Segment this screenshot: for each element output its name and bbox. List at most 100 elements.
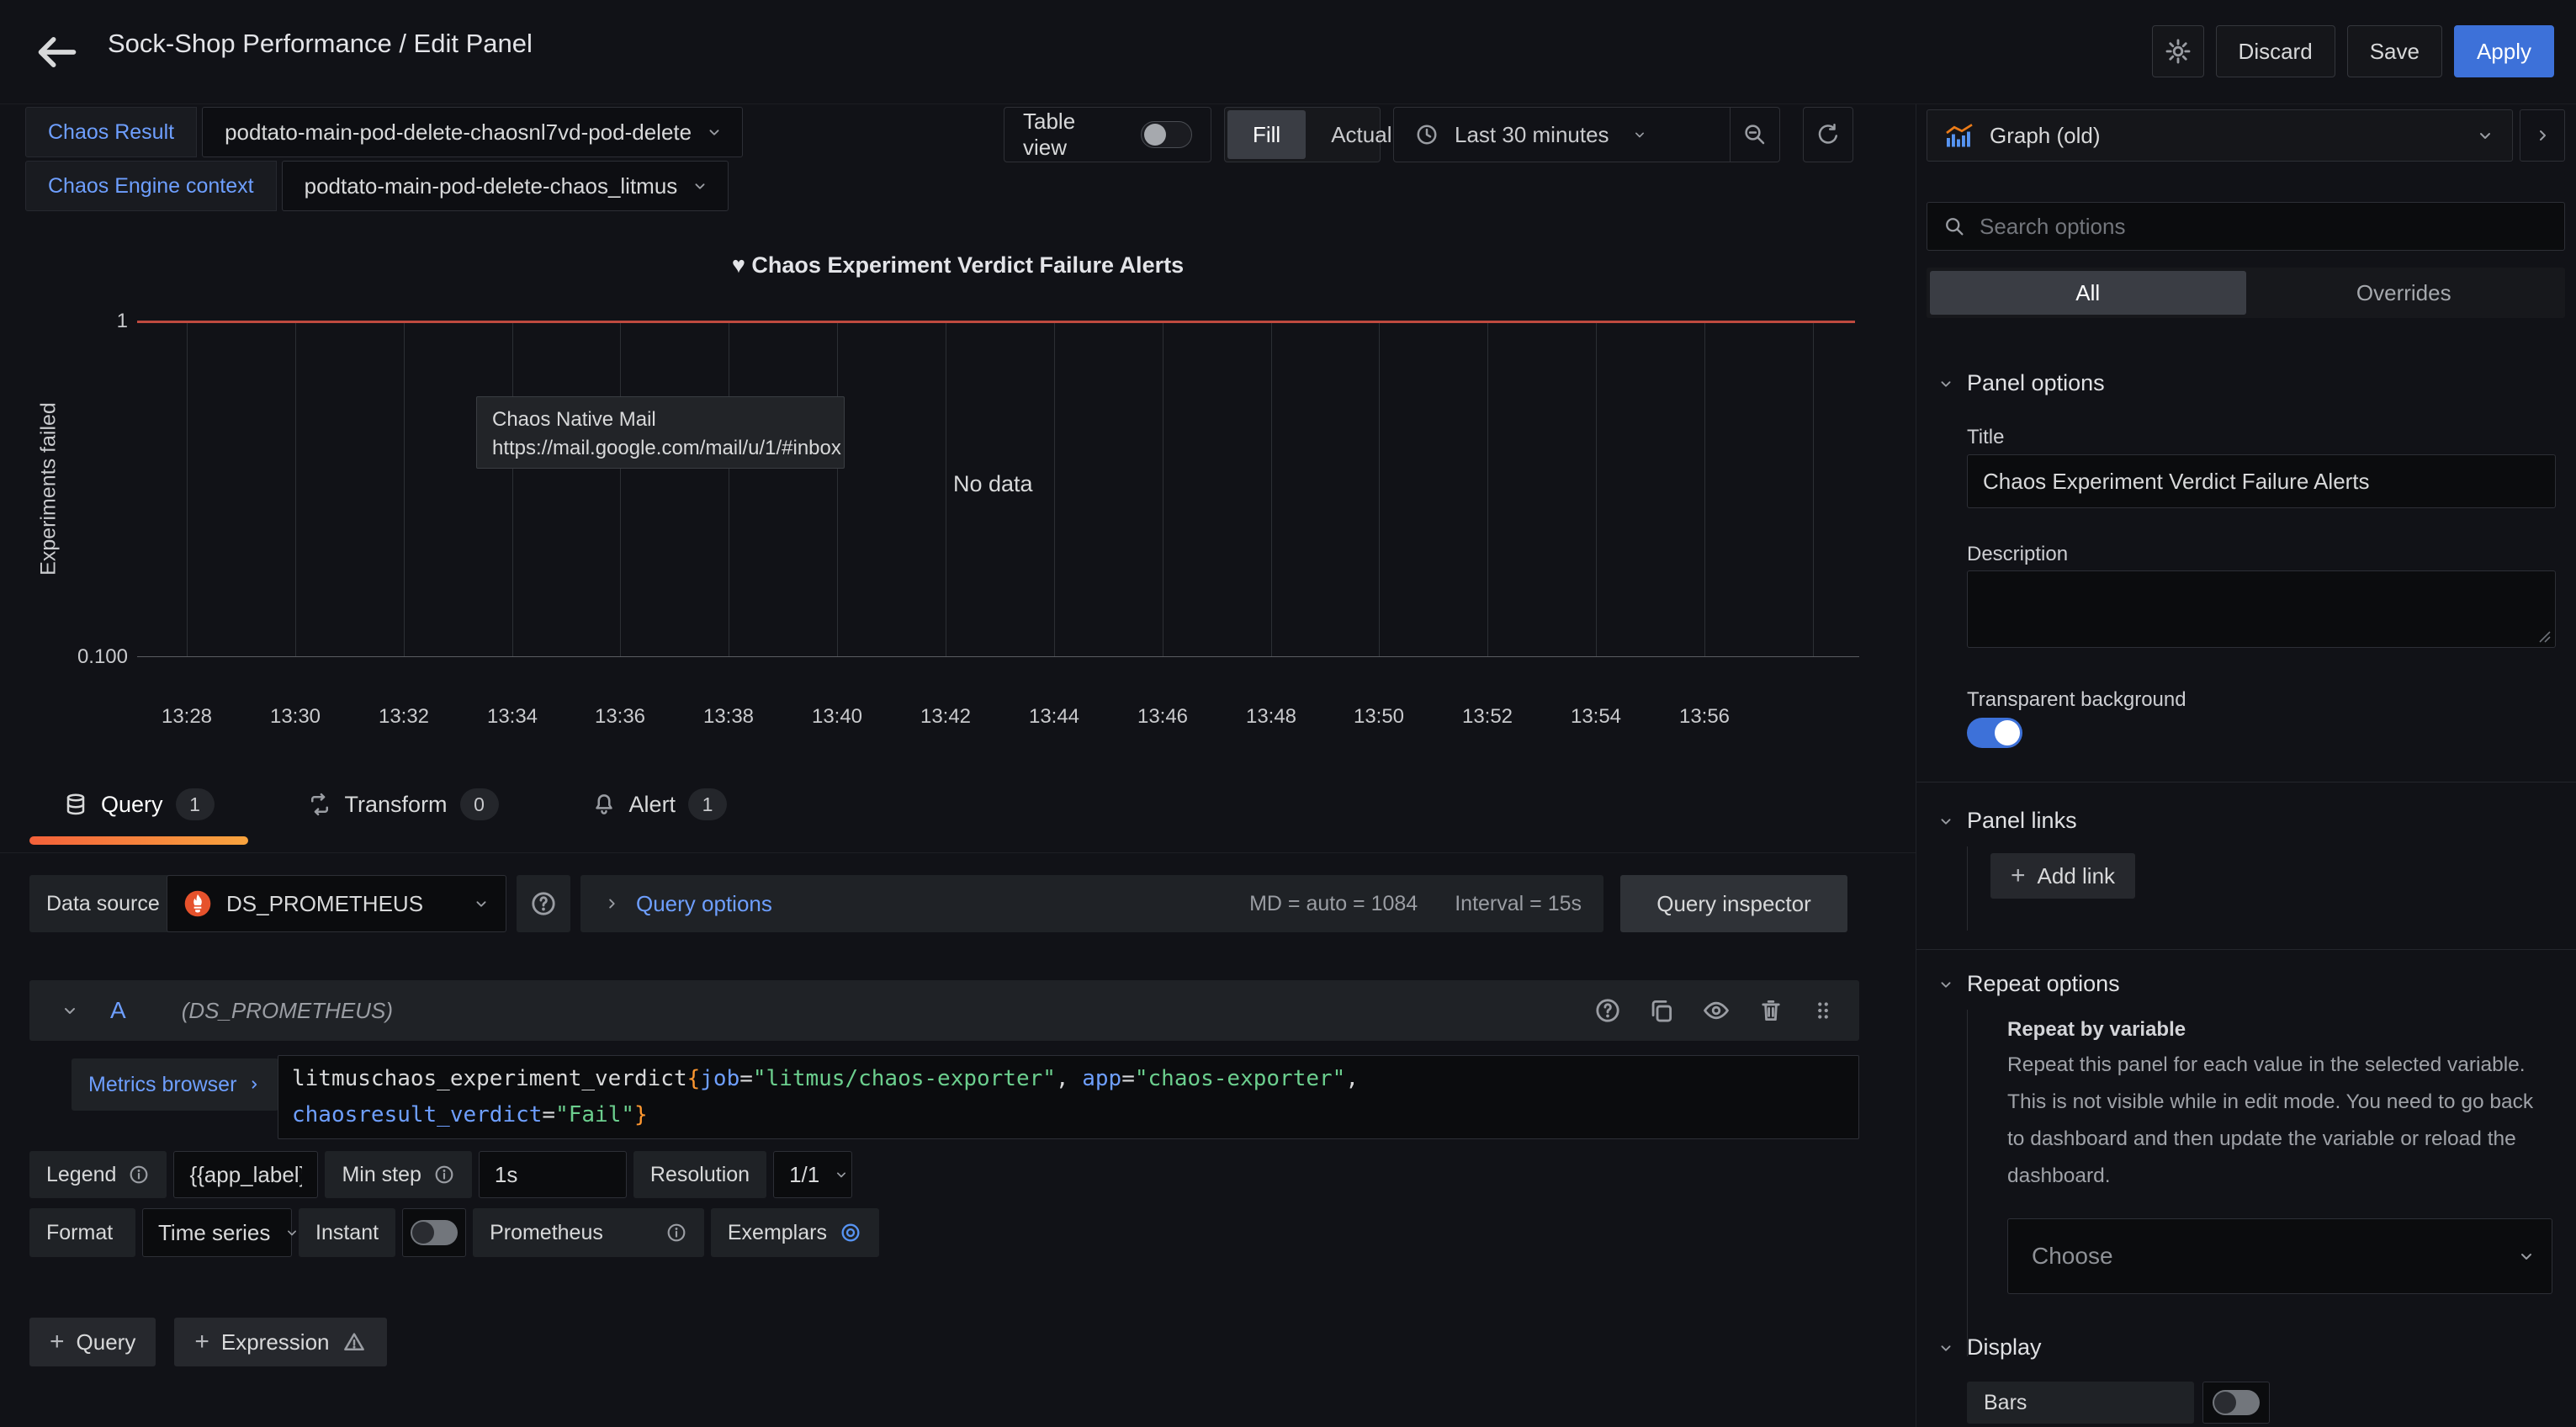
warning-triangle-icon [342,1329,367,1355]
data-source-help-button[interactable] [517,875,570,932]
editor-tabs: Query 1 Transform 0 Alert 1 [29,774,761,845]
gridline [1813,321,1814,657]
x-tick-label: 13:28 [162,705,212,729]
x-tick-label: 13:50 [1354,705,1404,729]
query-row-header[interactable]: A (DS_PROMETHEUS) [29,980,1859,1041]
plot-area[interactable]: No data [137,321,1859,657]
options-tab-all[interactable]: All [1930,271,2246,315]
table-view-control: Table view [1004,107,1211,162]
x-tick-label: 13:42 [920,705,971,729]
section-title: Panel links [1967,808,2077,834]
plus-icon: + [2011,862,2026,890]
panel-links-section-header[interactable]: Panel links [1937,808,2077,834]
panel-title-input[interactable] [1967,454,2556,508]
variable-chaos-engine-context: Chaos Engine context podtato-main-pod-de… [25,161,729,211]
query-datasource-hint: (DS_PROMETHEUS) [182,998,393,1024]
tab-query[interactable]: Query 1 [29,774,248,845]
tab-alert[interactable]: Alert 1 [558,774,761,845]
y-axis-label: Experiments failed [37,402,61,576]
duplicate-query-icon[interactable] [1647,996,1676,1025]
expr-line-2: chaosresult_verdict="Fail"} [292,1097,1845,1133]
query-expression-editor[interactable]: litmuschaos_experiment_verdict{job="litm… [278,1055,1859,1139]
toggle-options-pane-button[interactable] [2520,109,2565,162]
back-button[interactable] [35,32,82,72]
add-link-button[interactable]: + Add link [1990,853,2135,899]
drag-handle-icon[interactable] [1810,996,1836,1025]
visualization-picker[interactable]: Graph (old) [1927,109,2513,162]
time-range-picker[interactable]: Last 30 minutes [1394,108,1730,162]
heart-icon: ♥ [732,252,745,278]
bars-label: Bars [1967,1382,2194,1424]
panel-settings-button[interactable] [2152,25,2204,77]
x-tick-label: 13:46 [1137,705,1188,729]
graph-viz-icon [1944,123,1974,148]
options-tab-overrides[interactable]: Overrides [2246,271,2563,315]
chevron-down-icon [705,123,724,141]
x-tick-label: 13:54 [1571,705,1621,729]
panel-description-textarea[interactable] [1967,570,2556,648]
metrics-browser-label: Metrics browser [88,1073,236,1097]
display-section-header[interactable]: Display [1937,1334,2042,1361]
add-expression-button[interactable]: + Expression [174,1318,386,1366]
exemplars-target-icon[interactable] [839,1221,862,1244]
data-source-picker[interactable]: DS_PROMETHEUS [167,875,506,932]
resolution-select[interactable]: 1/1 [773,1151,852,1198]
bars-toggle[interactable] [2213,1390,2260,1415]
apply-button[interactable]: Apply [2454,25,2554,77]
table-view-toggle[interactable] [1141,121,1192,148]
variable-value-text: podtato-main-pod-delete-chaos_litmus [305,173,678,199]
format-select[interactable]: Time series [142,1208,292,1257]
help-circle-icon [529,889,558,918]
fill-option[interactable]: Fill [1227,110,1306,159]
variable-value-text: podtato-main-pod-delete-chaosnl7vd-pod-d… [225,119,692,146]
repeat-by-variable-label: Repeat by variable [2007,1018,2186,1042]
time-range-control: Last 30 minutes [1393,107,1780,162]
x-tick-label: 13:40 [812,705,862,729]
min-step-label: Min step [325,1151,471,1198]
query-inspector-button[interactable]: Query inspector [1620,875,1847,932]
tooltip-title: Chaos Native Mail [492,406,829,434]
refresh-button[interactable] [1803,107,1853,162]
chevron-right-icon [2532,125,2552,146]
section-title: Repeat options [1967,971,2120,997]
query-options-toggle[interactable]: Query options [602,891,772,917]
transparent-background-toggle[interactable] [1967,718,2022,748]
chevron-down-icon [2475,125,2495,146]
tab-transform[interactable]: Transform 0 [273,774,533,845]
variable-value-dropdown[interactable]: podtato-main-pod-delete-chaos_litmus [282,161,729,211]
zoom-out-time-button[interactable] [1731,108,1779,162]
min-step-input[interactable] [479,1151,627,1198]
gear-icon [2164,37,2192,66]
gridline [187,321,188,657]
time-range-text: Last 30 minutes [1455,122,1609,148]
transform-icon [307,792,332,817]
topbar-actions: Discard Save Apply [2152,25,2554,77]
help-circle-icon[interactable] [1593,996,1622,1025]
search-options-input[interactable] [1980,214,2549,240]
variable-value-dropdown[interactable]: podtato-main-pod-delete-chaosnl7vd-pod-d… [202,107,743,157]
save-button[interactable]: Save [2347,25,2442,77]
add-query-button[interactable]: + Query [29,1318,156,1366]
query-options-strip: Query options MD = auto = 1084 Interval … [580,875,1603,932]
prometheus-label: Prometheus [473,1208,704,1257]
chevron-down-icon [833,1166,850,1183]
legend-format-input[interactable] [173,1151,318,1198]
title-field-label: Title [1967,426,2004,449]
repeat-variable-select[interactable]: Choose [2007,1218,2552,1294]
options-tabs: All Overrides [1927,268,2565,318]
tab-count-badge: 1 [688,788,727,820]
indent-guide [1967,1010,1968,1356]
panel-options-section-header[interactable]: Panel options [1937,370,2105,396]
chevron-down-icon[interactable] [60,1000,80,1021]
legend-label: Legend [29,1151,167,1198]
repeat-options-section-header[interactable]: Repeat options [1937,971,2120,997]
instant-toggle[interactable] [411,1220,458,1245]
metrics-browser-button[interactable]: Metrics browser [72,1058,278,1111]
fill-actual-segment: Fill Actual [1224,107,1381,162]
resize-handle-icon[interactable] [2538,630,2552,644]
delete-query-trash-icon[interactable] [1757,996,1785,1025]
discard-button[interactable]: Discard [2216,25,2335,77]
tooltip-url[interactable]: https://mail.google.com/mail/u/1/#inbox [492,434,829,463]
repeat-help-text: Repeat this panel for each value in the … [2007,1047,2542,1195]
hide-query-eye-icon[interactable] [1701,996,1731,1025]
